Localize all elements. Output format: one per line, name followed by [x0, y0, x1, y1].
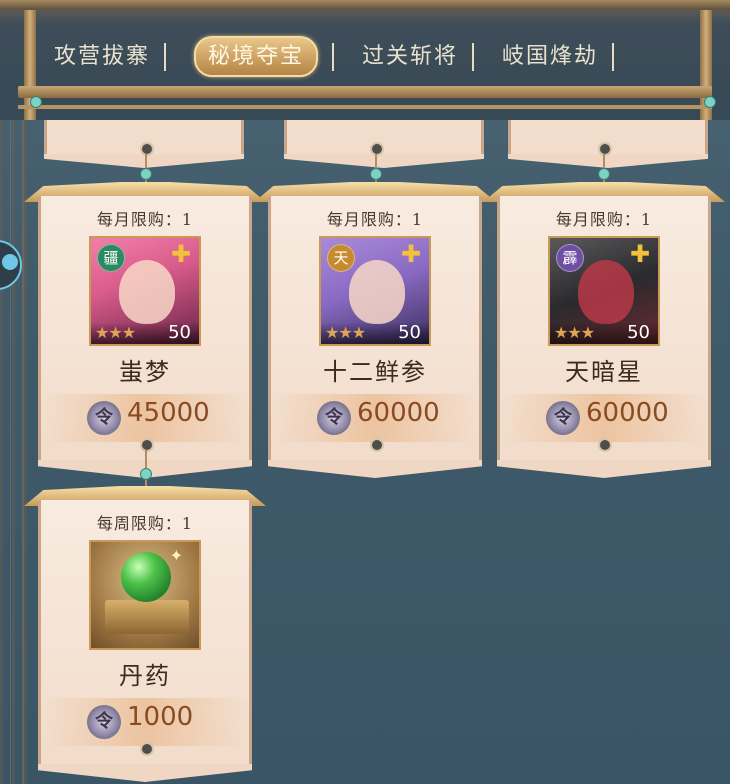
hero-face: [119, 260, 175, 324]
tab-divider: [164, 42, 167, 71]
card-body: 每周限购：1 ✦ 丹药 令 1000: [38, 500, 252, 768]
tab-divider: [332, 42, 335, 71]
chain-bead: [140, 468, 152, 480]
silver-token-icon: 令: [87, 401, 121, 435]
tab-qiguofengjie[interactable]: 岐国烽劫: [488, 38, 628, 71]
faction-badge: 天: [327, 244, 355, 272]
star-rating: ★★★: [95, 323, 136, 342]
rail-bead: [30, 96, 42, 108]
item-name: 十二鲜参: [323, 358, 427, 386]
purchase-limit: 每月限购：1: [326, 210, 424, 229]
hanger-knob: [140, 142, 154, 156]
hero-level: 50: [627, 322, 650, 343]
hero-level: 50: [168, 322, 191, 343]
book-base: [105, 600, 189, 634]
item-price: 1000: [127, 702, 194, 732]
sparkle-icon: ✦: [169, 546, 183, 565]
expand-icon: [2, 254, 18, 270]
rail-bead: [704, 96, 716, 108]
chain-bead: [598, 168, 610, 180]
chain-bead: [370, 168, 382, 180]
left-frame-decoration: [0, 120, 30, 784]
tab-divider: [472, 42, 475, 71]
item-price: 45000: [127, 398, 210, 428]
hanger-knob: [370, 142, 384, 156]
item-name: 丹药: [119, 662, 171, 690]
silver-token-icon: 令: [87, 705, 121, 739]
tab-gongyingbazhai[interactable]: 攻营拔寨: [40, 38, 180, 71]
hanger-knob: [140, 438, 154, 452]
purchase-limit: 每月限购：1: [555, 210, 653, 229]
hanger-knob: [370, 438, 384, 452]
star-rating: ★★★: [554, 323, 595, 342]
tab-mijingduobao[interactable]: 秘境夺宝: [180, 35, 348, 77]
purchase-limit: 每周限购：1: [96, 514, 194, 533]
puzzle-piece-icon: ✚: [400, 240, 422, 268]
tab-label: 秘境夺宝: [194, 35, 319, 77]
silver-token-icon: 令: [317, 401, 351, 435]
purchase-limit: 每月限购：1: [96, 210, 194, 229]
tab-list: 攻营拔寨 秘境夺宝 过关斩将 岐国烽劫: [40, 34, 628, 77]
tab-label: 过关斩将: [362, 43, 459, 69]
item-name: 蚩梦: [119, 358, 171, 386]
hero-face: [349, 260, 405, 324]
faction-badge: 霹: [556, 244, 584, 272]
top-rail: [0, 0, 730, 10]
chain-bead: [140, 168, 152, 180]
tab-divider: [612, 42, 615, 71]
hanger-knob: [140, 742, 154, 756]
tab-label: 岐国烽劫: [502, 43, 599, 69]
card-body: 每月限购：1 霹 ✚ ★★★ 50 天暗星 令 60000: [497, 196, 711, 464]
tab-bar-rail-lower: [18, 105, 712, 109]
hero-face: [578, 260, 634, 324]
puzzle-piece-icon: ✚: [629, 240, 651, 268]
tab-bar-rail: [18, 86, 712, 98]
hero-portrait-icon: 霹 ✚ ★★★ 50: [548, 236, 660, 346]
silver-token-icon: 令: [546, 401, 580, 435]
hanger-knob: [598, 438, 612, 452]
item-price: 60000: [357, 398, 440, 428]
hero-level: 50: [398, 322, 421, 343]
tab-guoguanzhanjiang[interactable]: 过关斩将: [348, 38, 488, 71]
puzzle-piece-icon: ✚: [170, 240, 192, 268]
tab-label: 攻营拔寨: [54, 43, 151, 69]
hero-portrait-icon: 疆 ✚ ★★★ 50: [89, 236, 201, 346]
faction-badge: 疆: [97, 244, 125, 272]
tab-bar: 攻营拔寨 秘境夺宝 过关斩将 岐国烽劫: [0, 0, 730, 120]
card-body: 每月限购：1 疆 ✚ ★★★ 50 蚩梦 令 45000: [38, 196, 252, 464]
hero-portrait-icon: 天 ✚ ★★★ 50: [319, 236, 431, 346]
item-name: 天暗星: [565, 358, 643, 386]
green-pill-on-book-icon: ✦: [89, 540, 201, 650]
green-pill-orb: [121, 552, 171, 602]
item-price: 60000: [586, 398, 669, 428]
hanger-knob: [598, 142, 612, 156]
star-rating: ★★★: [325, 323, 366, 342]
card-body: 每月限购：1 天 ✚ ★★★ 50 十二鲜参 令 60000: [268, 196, 482, 464]
